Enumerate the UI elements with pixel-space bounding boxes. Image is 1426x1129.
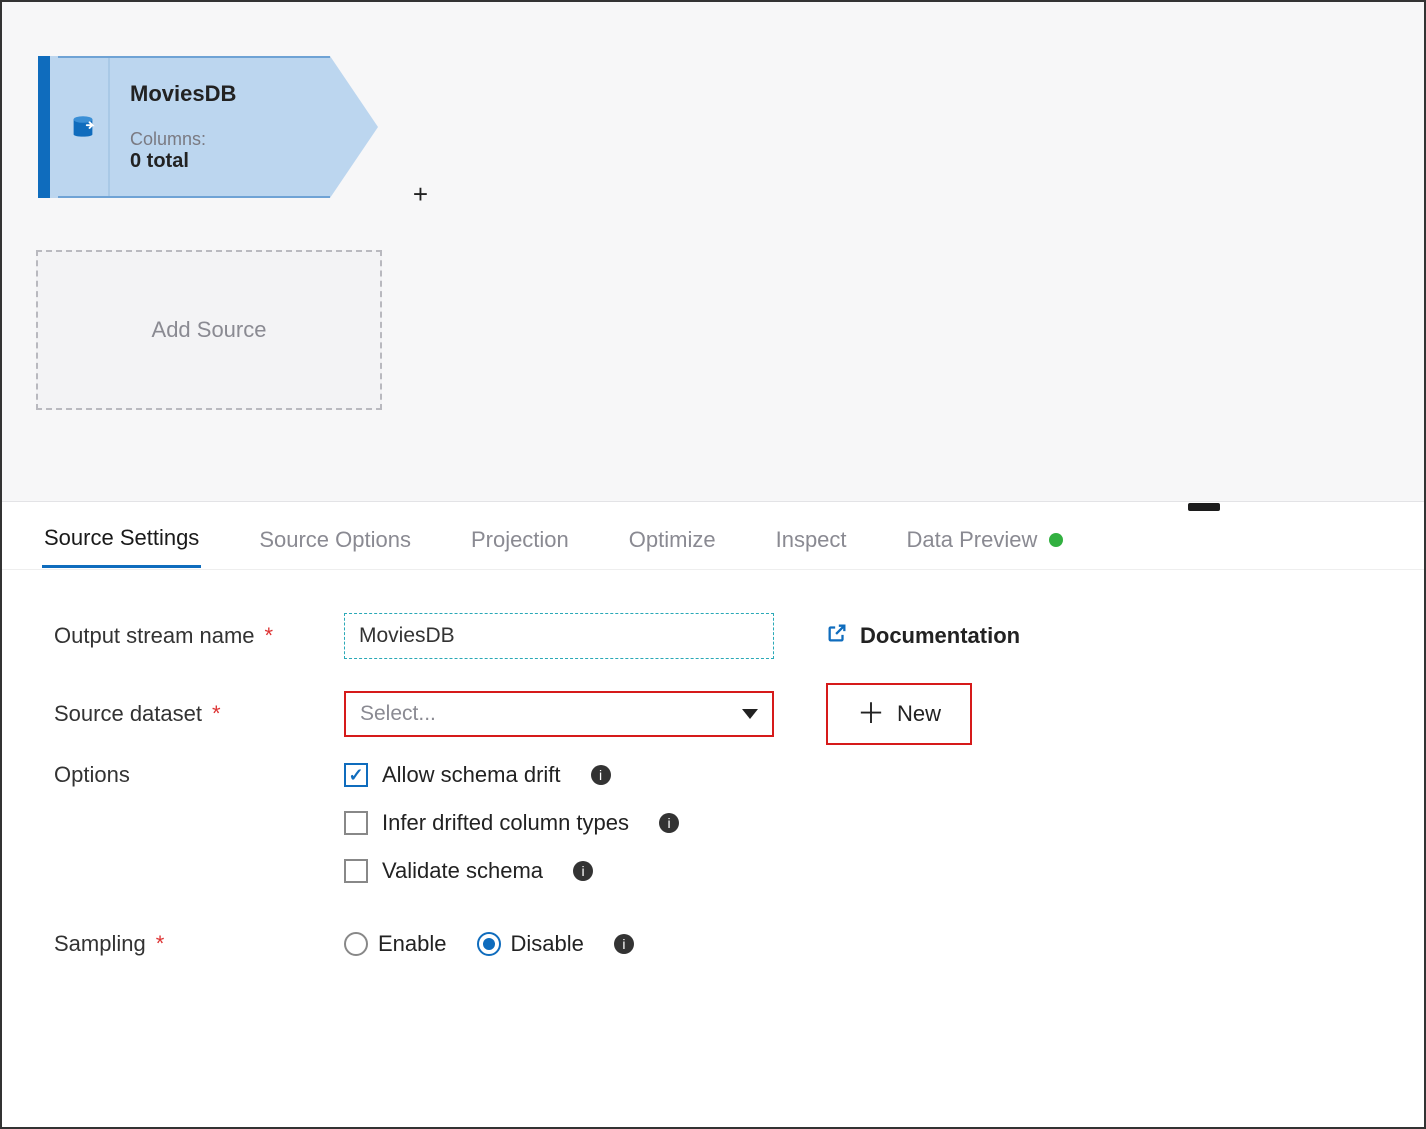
info-icon[interactable]: i xyxy=(614,934,634,954)
validate-schema-label: Validate schema xyxy=(382,858,543,884)
output-stream-name-label: Output stream name* xyxy=(54,623,344,649)
source-node-moviesdb[interactable]: MoviesDB Columns: 0 total + xyxy=(38,56,378,198)
tab-source-options[interactable]: Source Options xyxy=(257,521,413,567)
panel-splitter-handle[interactable] xyxy=(1188,503,1220,511)
status-dot-icon xyxy=(1049,533,1063,547)
source-node-columns-label: Columns: xyxy=(130,129,310,150)
external-link-icon xyxy=(826,622,848,650)
required-asterisk: * xyxy=(156,931,165,957)
dataflow-canvas[interactable]: MoviesDB Columns: 0 total + Add Source xyxy=(2,2,1424,502)
source-node-columns-value: 0 total xyxy=(130,150,310,173)
info-icon[interactable]: i xyxy=(573,861,593,881)
documentation-label: Documentation xyxy=(860,623,1020,649)
new-dataset-button[interactable]: ＋ New xyxy=(826,683,972,745)
output-stream-name-input[interactable] xyxy=(344,613,774,659)
select-placeholder: Select... xyxy=(360,702,436,726)
source-node-icon-box xyxy=(58,58,110,196)
source-dataset-select[interactable]: Select... xyxy=(344,691,774,737)
add-source-placeholder[interactable]: Add Source xyxy=(36,250,382,410)
info-icon[interactable]: i xyxy=(659,813,679,833)
tab-label: Data Preview xyxy=(907,527,1038,553)
source-dataset-label: Source dataset* xyxy=(54,701,344,727)
tab-projection[interactable]: Projection xyxy=(469,521,571,567)
tab-label: Source Settings xyxy=(44,525,199,551)
tab-inspect[interactable]: Inspect xyxy=(774,521,849,567)
sampling-enable-radio[interactable]: Enable xyxy=(344,931,447,957)
tab-optimize[interactable]: Optimize xyxy=(627,521,718,567)
tab-label: Projection xyxy=(471,527,569,553)
source-node-title: MoviesDB xyxy=(130,81,310,107)
tab-label: Optimize xyxy=(629,527,716,553)
sampling-label: Sampling* xyxy=(54,931,344,957)
options-label: Options xyxy=(54,762,344,788)
node-accent-bar xyxy=(38,56,50,198)
node-arrow-head xyxy=(330,56,378,198)
validate-schema-checkbox[interactable] xyxy=(344,859,368,883)
required-asterisk: * xyxy=(212,701,221,727)
tab-data-preview[interactable]: Data Preview xyxy=(905,521,1066,567)
settings-tab-row: Source Settings Source Options Projectio… xyxy=(2,502,1424,570)
disable-label: Disable xyxy=(511,931,584,957)
info-icon[interactable]: i xyxy=(591,765,611,785)
required-asterisk: * xyxy=(265,623,274,649)
tab-source-settings[interactable]: Source Settings xyxy=(42,519,201,568)
infer-drifted-types-label: Infer drifted column types xyxy=(382,810,629,836)
sampling-disable-radio[interactable]: Disable xyxy=(477,931,584,957)
allow-schema-drift-checkbox[interactable]: ✓ xyxy=(344,763,368,787)
new-button-label: New xyxy=(897,701,941,727)
infer-drifted-types-checkbox[interactable] xyxy=(344,811,368,835)
add-source-label: Add Source xyxy=(152,317,267,343)
tab-label: Source Options xyxy=(259,527,411,553)
add-transformation-plus-icon[interactable]: + xyxy=(413,179,428,210)
chevron-down-icon xyxy=(742,709,758,719)
database-icon xyxy=(68,112,98,142)
node-accent-bar-inner xyxy=(50,56,58,198)
source-settings-form: Output stream name* Documentation Source… xyxy=(2,570,1424,1010)
enable-label: Enable xyxy=(378,931,447,957)
documentation-link[interactable]: Documentation xyxy=(826,622,1020,650)
allow-schema-drift-label: Allow schema drift xyxy=(382,762,561,788)
tab-label: Inspect xyxy=(776,527,847,553)
